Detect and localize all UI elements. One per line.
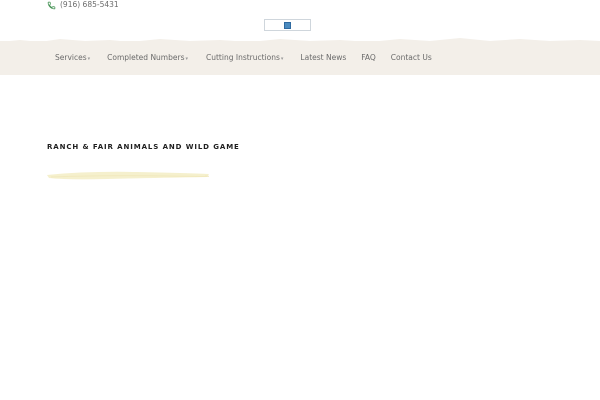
primary-nav: Services ▾ Completed Numbers ▾ Cutting I… xyxy=(55,53,432,62)
nav-item-latest-news[interactable]: Latest News xyxy=(300,53,346,62)
chevron-down-icon: ▾ xyxy=(87,55,91,62)
nav-label: Contact Us xyxy=(390,53,432,62)
site-logo[interactable] xyxy=(264,19,311,31)
torn-paper-edge xyxy=(0,38,600,45)
nav-item-completed-numbers[interactable]: Completed Numbers ▾ xyxy=(107,53,188,62)
nav-label: Cutting Instructions xyxy=(206,53,280,62)
phone-link[interactable]: (916) 685-5431 xyxy=(47,0,119,10)
chevron-down-icon: ▾ xyxy=(185,55,188,62)
phone-icon xyxy=(47,1,56,9)
top-bar: (916) 685-5431 xyxy=(0,0,600,14)
nav-label: Latest News xyxy=(300,53,347,62)
main-navigation-bar: Services ▾ Completed Numbers ▾ Cutting I… xyxy=(0,38,600,75)
nav-item-faq[interactable]: FAQ xyxy=(361,53,376,62)
nav-item-services[interactable]: Services ▾ xyxy=(55,53,90,62)
nav-label: FAQ xyxy=(361,53,376,62)
nav-label: Services xyxy=(55,53,87,62)
chevron-down-icon: ▾ xyxy=(280,55,284,62)
page-title: RANCH & FAIR ANIMALS AND WILD GAME xyxy=(47,143,240,151)
nav-item-contact-us[interactable]: Contact Us xyxy=(391,53,432,62)
nav-label: Completed Numbers xyxy=(107,53,185,62)
decorative-underline xyxy=(47,171,209,180)
phone-number: (916) 685-5431 xyxy=(60,0,119,9)
image-placeholder-icon xyxy=(284,21,291,29)
nav-item-cutting-instructions[interactable]: Cutting Instructions ▾ xyxy=(206,53,283,62)
